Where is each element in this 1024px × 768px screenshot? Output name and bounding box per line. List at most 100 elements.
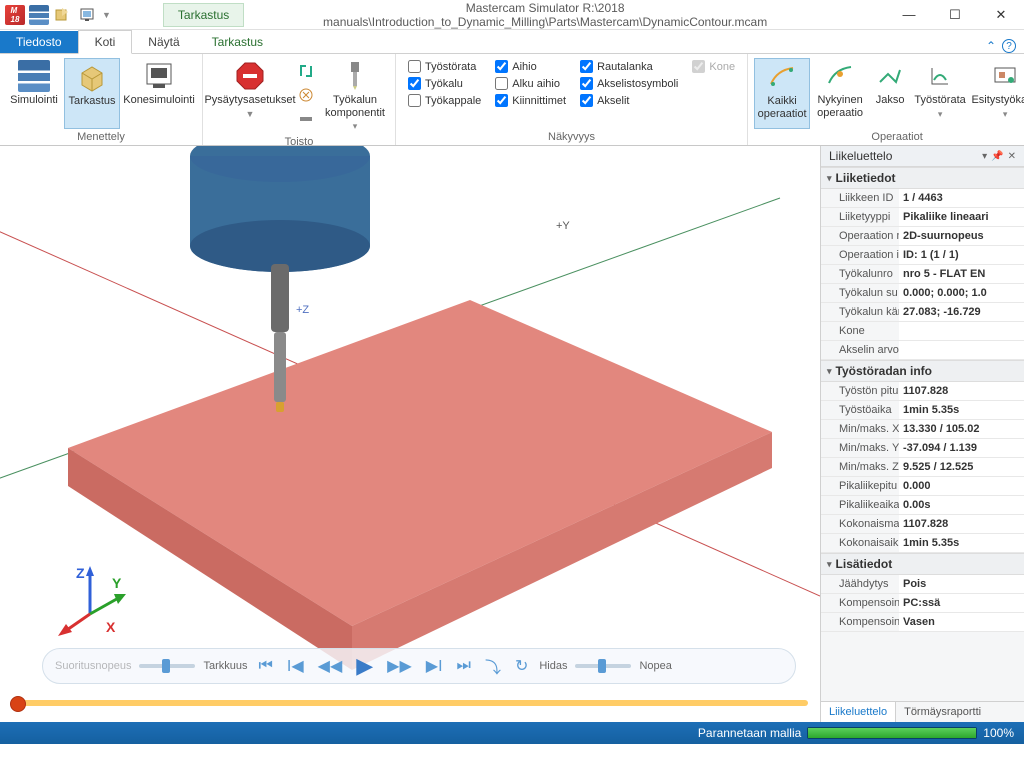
close-button[interactable]: ✕ xyxy=(978,0,1024,30)
prop-row: Työkalun kär27.083; -16.729 xyxy=(821,303,1024,322)
simulate-icon[interactable] xyxy=(28,4,50,26)
toisto-small-2[interactable] xyxy=(295,84,317,106)
tab-home[interactable]: Koti xyxy=(78,30,133,54)
prop-row: Työkalunronro 5 - FLAT EN xyxy=(821,265,1024,284)
group-nakyvyys: Työstörata Työkalu Työkappale Aihio Alku… xyxy=(396,54,748,145)
qat-button[interactable] xyxy=(52,4,74,26)
prop-row: Kokonaisma1107.828 xyxy=(821,515,1024,534)
chk-tyokappale[interactable]: Työkappale xyxy=(408,94,481,107)
panel-close-icon[interactable]: ✕ xyxy=(1008,151,1016,162)
prop-row: Min/maks. X13.330 / 105.02 xyxy=(821,420,1024,439)
chk-tyostorata[interactable]: Työstörata xyxy=(408,60,481,73)
prop-row: Kokonaisaik1min 5.35s xyxy=(821,534,1024,553)
toolpath-icon xyxy=(924,60,956,92)
fastfwd-icon[interactable]: ▶▶ xyxy=(384,656,415,676)
collapse-ribbon-icon[interactable]: ⌃ xyxy=(986,39,996,53)
help-icon[interactable]: ? xyxy=(1002,39,1016,53)
stop-sign-icon xyxy=(234,60,266,92)
prop-row: Kone xyxy=(821,322,1024,341)
prop-row: Operaation iID: 1 (1 / 1) xyxy=(821,246,1024,265)
skip-end-icon[interactable]: ⏭ xyxy=(454,657,474,675)
axis-y-label: +Y xyxy=(556,220,570,232)
group-operaatiot: Kaikki operaatiot Nykyinen operaatio Jak… xyxy=(748,54,1024,145)
chk-akselit[interactable]: Akselit xyxy=(580,94,678,107)
main-area: +Y +Z Z Y X Suoritusnopeus Tarkkuus ⏮ I◀ xyxy=(0,146,1024,722)
chk-tyokalu[interactable]: Työkalu xyxy=(408,77,481,90)
svg-text:Y: Y xyxy=(112,575,122,591)
konesimulointi-button[interactable]: Konesimulointi xyxy=(122,58,196,129)
chk-rautalanka[interactable]: Rautalanka xyxy=(580,60,678,73)
contextual-tab-header: Tarkastus xyxy=(163,3,244,27)
ribbon-tab-strip: Tiedosto Koti Näytä Tarkastus ⌃ ? xyxy=(0,30,1024,54)
rewind-icon[interactable]: ◀◀ xyxy=(315,656,346,676)
chk-akselistosymboli[interactable]: Akselistosymboli xyxy=(580,77,678,90)
tab-view[interactable]: Näytä xyxy=(132,31,195,53)
maximize-button[interactable]: ☐ xyxy=(932,0,978,30)
progress-bar xyxy=(807,727,977,739)
titlebar: M18 ▼ Tarkastus Mastercam Simulator R:\2… xyxy=(0,0,1024,30)
toisto-small-3[interactable] xyxy=(295,108,317,130)
simulointi-button[interactable]: Simulointi xyxy=(6,58,62,129)
playback-speed-slider[interactable] xyxy=(575,664,631,668)
loop-icon[interactable]: ↻ xyxy=(512,656,531,676)
view-triad[interactable]: Z Y X xyxy=(56,566,126,636)
step-fwd-icon[interactable]: ▶I xyxy=(423,656,446,676)
step-back-icon[interactable]: I◀ xyxy=(284,656,307,676)
app-logo-icon[interactable]: M18 xyxy=(4,4,26,26)
status-label: Parannetaan mallia xyxy=(698,726,801,740)
speed-slider[interactable] xyxy=(139,664,195,668)
prop-row: Akselin arvo xyxy=(821,341,1024,360)
esitystyokalut-button[interactable]: Esitystyökalut ▾ xyxy=(970,58,1024,129)
progress-percent: 100% xyxy=(983,726,1014,740)
panel-dropdown-icon[interactable]: ▾ xyxy=(982,151,987,162)
window-title: Mastercam Simulator R:\2018 manuals\Intr… xyxy=(244,1,886,29)
tarkastus-button[interactable]: Tarkastus xyxy=(64,58,120,129)
viewport-3d[interactable]: +Y +Z Z Y X Suoritusnopeus Tarkkuus ⏮ I◀ xyxy=(0,146,820,722)
panel-body: Liiketiedot Liikkeen ID1 / 4463 Liiketyy… xyxy=(821,167,1024,701)
pb-label-slow: Hidas xyxy=(539,660,567,672)
chk-kone: Kone xyxy=(692,60,735,73)
prop-row: Pikaliikeaika0.00s xyxy=(821,496,1024,515)
qat-button-2[interactable] xyxy=(76,4,98,26)
machine-icon xyxy=(143,60,175,92)
tool-icon xyxy=(339,60,371,92)
minimize-button[interactable]: — xyxy=(886,0,932,30)
panel-tab-tormaysraportti[interactable]: Törmäysraportti xyxy=(896,702,989,722)
panel-tab-liikeluettelo[interactable]: Liikeluettelo xyxy=(821,702,896,722)
window-controls: — ☐ ✕ xyxy=(886,0,1024,30)
section-tyostoradan-info[interactable]: Työstöradan info xyxy=(821,360,1024,382)
tab-file[interactable]: Tiedosto xyxy=(0,31,78,53)
chk-aihio[interactable]: Aihio xyxy=(495,60,566,73)
panel-pin-icon[interactable]: 📌 xyxy=(991,151,1003,162)
timeline[interactable] xyxy=(12,700,808,706)
group-menettely: Simulointi Tarkastus Konesimulointi Mene… xyxy=(0,54,203,145)
section-lisatiedot[interactable]: Lisätiedot xyxy=(821,553,1024,575)
marker-icon[interactable]: ⤵ xyxy=(482,654,504,678)
prop-row: KompensoinVasen xyxy=(821,613,1024,632)
tyokalun-komponentit-button[interactable]: Työkalun komponentit ▾ xyxy=(321,58,389,134)
properties-panel: Liikeluettelo ▾ 📌 ✕ Liiketiedot Liikkeen… xyxy=(820,146,1024,722)
play-icon[interactable]: ▶ xyxy=(353,653,376,679)
section-liiketiedot[interactable]: Liiketiedot xyxy=(821,167,1024,189)
tyostorata-op-button[interactable]: Työstörata ▾ xyxy=(912,58,968,129)
prop-row: LiiketyyppiPikaliike lineaari xyxy=(821,208,1024,227)
chk-alku-aihio[interactable]: Alku aihio xyxy=(495,77,566,90)
kaikki-operaatiot-button[interactable]: Kaikki operaatiot xyxy=(754,58,810,129)
prop-row: Pikaliikepitu0.000 xyxy=(821,477,1024,496)
group-toisto: Pysäytysasetukset ▼ Työkalun komponentit… xyxy=(203,54,396,145)
jakso-button[interactable]: Jakso xyxy=(870,58,910,129)
pysaytysasetukset-button[interactable]: Pysäytysasetukset ▼ xyxy=(209,58,291,134)
ribbon: Simulointi Tarkastus Konesimulointi Mene… xyxy=(0,54,1024,146)
panel-tabs: Liikeluettelo Törmäysraportti xyxy=(821,701,1024,722)
context-tab-label: Tarkastus xyxy=(163,3,244,27)
pb-label-speed: Suoritusnopeus xyxy=(55,660,131,672)
chk-kiinnittimet[interactable]: Kiinnittimet xyxy=(495,94,566,107)
pb-label-fast: Nopea xyxy=(639,660,671,672)
toisto-small-1[interactable] xyxy=(295,60,317,82)
all-ops-icon xyxy=(766,61,798,93)
skip-start-icon[interactable]: ⏮ xyxy=(255,657,275,675)
tab-context[interactable]: Tarkastus xyxy=(196,31,279,53)
nykyinen-operaatio-button[interactable]: Nykyinen operaatio xyxy=(812,58,868,129)
present-tools-icon xyxy=(989,60,1021,92)
prop-row: Liikkeen ID1 / 4463 xyxy=(821,189,1024,208)
